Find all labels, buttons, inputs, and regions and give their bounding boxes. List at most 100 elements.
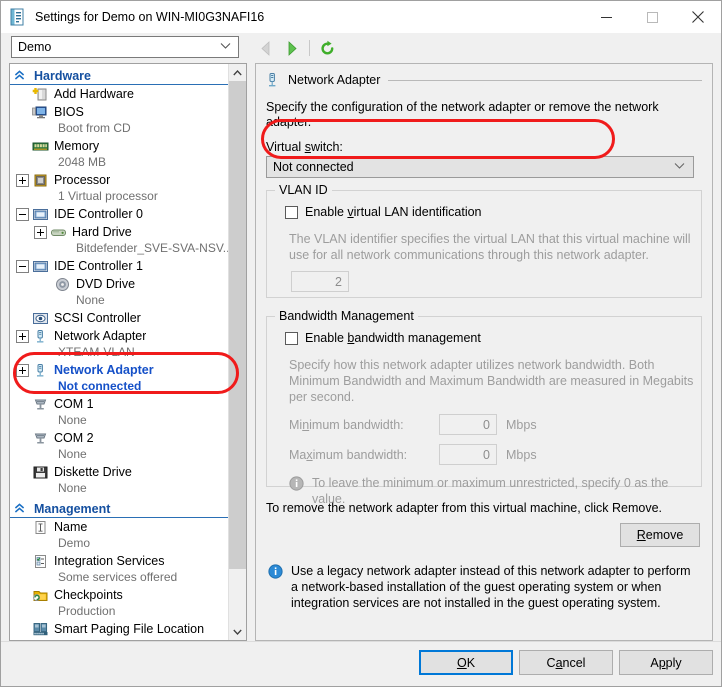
vlan-id-input[interactable]: 2 [291, 271, 349, 292]
minimize-button[interactable] [583, 1, 629, 33]
tree-item-memory[interactable]: Memory [10, 137, 230, 155]
dialog-footer: OK Cancel Apply [1, 641, 721, 686]
expand-plus-icon[interactable] [16, 174, 29, 187]
enable-bandwidth-label: Enable bandwidth management [305, 331, 481, 345]
maximum-bandwidth-unit: Mbps [506, 448, 537, 462]
tree-item-label: Hard Drive [72, 225, 132, 239]
tree-item-dvd-drive[interactable]: DVD Drive [10, 275, 230, 293]
collapse-chevron-icon[interactable] [14, 70, 28, 81]
tree-item-processor[interactable]: Processor [10, 171, 230, 189]
maximum-bandwidth-input[interactable]: 0 [439, 444, 497, 465]
tree-item-ide-controller-0[interactable]: IDE Controller 0 [10, 205, 230, 223]
expand-plus-icon[interactable] [34, 226, 47, 239]
bandwidth-note-row: To leave the minimum or maximum unrestri… [289, 475, 691, 507]
hardware-tree-pane[interactable]: Hardware Add Hardware BIOSBoot from CD Memo… [9, 63, 247, 641]
network-adapter-icon [32, 363, 49, 378]
tree-item-integration-services[interactable]: Integration Services [10, 552, 230, 570]
tree-item-name[interactable]: Name [10, 518, 230, 536]
tree-item-label: Memory [54, 139, 99, 153]
sidebar-section-label: Management [28, 502, 110, 516]
com-port-icon [32, 431, 49, 446]
tree-item-label: Name [54, 520, 87, 534]
tree-item-diskette-drive[interactable]: Diskette Drive [10, 463, 230, 481]
panel-header-label: Network Adapter [288, 73, 380, 87]
processor-icon [32, 173, 49, 188]
vlan-help-text: The VLAN identifier specifies the virtua… [289, 231, 693, 263]
hard-drive-icon [50, 225, 67, 240]
scrollbar-thumb[interactable] [229, 81, 246, 569]
apply-button[interactable]: Apply [619, 650, 713, 675]
collapse-minus-icon[interactable] [16, 208, 29, 221]
tree-item-com-2[interactable]: COM 2 [10, 429, 230, 447]
tree-item-hard-drive[interactable]: Hard Drive [10, 223, 230, 241]
tree-item-scsi-controller[interactable]: SCSI Controller [10, 309, 230, 327]
tree-item-label: COM 2 [54, 431, 94, 445]
maximum-bandwidth-label: Maximum bandwidth: [289, 448, 439, 462]
tree-item-network-adapter[interactable]: Network Adapter [10, 327, 230, 345]
toolbar-buttons [253, 35, 340, 61]
tree-item-label: Smart Paging File Location [54, 622, 204, 636]
tree-item-label: IDE Controller 0 [54, 207, 143, 221]
virtual-switch-value: Not connected [267, 160, 354, 174]
vlan-id-group: VLAN ID Enable virtual LAN identificatio… [266, 190, 702, 298]
info-icon [289, 476, 304, 491]
info-icon [268, 564, 283, 579]
tree-item-sublabel: Production [10, 604, 230, 620]
enable-vlan-checkbox[interactable] [285, 206, 298, 219]
panel-header: Network Adapter [264, 72, 702, 88]
sidebar-section-hardware[interactable]: Hardware [10, 67, 230, 85]
com-port-icon [32, 397, 49, 412]
diskette-drive-icon [32, 465, 49, 480]
virtual-switch-dropdown[interactable]: Not connected [266, 156, 694, 178]
settings-vm-icon [9, 8, 27, 26]
ok-button[interactable]: OK [419, 650, 513, 675]
vm-selector-value: Demo [12, 40, 51, 54]
scroll-down-button[interactable] [229, 623, 246, 640]
title-bar: Settings for Demo on WIN-MI0G3NAFI16 [1, 1, 721, 33]
tree-item-add-hardware[interactable]: Add Hardware [10, 85, 230, 103]
tree-item-label: SCSI Controller [54, 311, 141, 325]
add-hardware-icon [32, 87, 49, 102]
maximum-bandwidth-row: Maximum bandwidth: 0 Mbps [289, 444, 691, 465]
network-adapter-icon [32, 329, 49, 344]
sidebar-section-management[interactable]: Management [10, 500, 230, 518]
tree-item-sublabel: 1 Virtual processor [10, 189, 230, 205]
tree-item-sublabel: Boot from CD [10, 121, 230, 137]
window-title: Settings for Demo on WIN-MI0G3NAFI16 [35, 10, 264, 24]
settings-dialog: Settings for Demo on WIN-MI0G3NAFI16 Dem… [0, 0, 722, 687]
checkpoints-icon [32, 588, 49, 603]
maximize-button[interactable] [629, 1, 675, 33]
scroll-up-button[interactable] [229, 64, 246, 81]
tree-item-label: Processor [54, 173, 110, 187]
remove-button[interactable]: Remove [620, 523, 700, 547]
tree-content: Hardware Add Hardware BIOSBoot from CD Memo… [10, 64, 230, 640]
refresh-icon[interactable] [314, 36, 340, 60]
tree-item-checkpoints[interactable]: Checkpoints [10, 586, 230, 604]
tree-item-ide-controller-1[interactable]: IDE Controller 1 [10, 257, 230, 275]
tree-scrollbar[interactable] [228, 64, 246, 640]
back-arrow-icon[interactable] [253, 36, 279, 60]
expand-plus-icon[interactable] [16, 330, 29, 343]
vm-selector-dropdown[interactable]: Demo [11, 36, 239, 58]
cancel-button[interactable]: Cancel [519, 650, 613, 675]
tree-item-network-adapter[interactable]: Network Adapter [10, 361, 230, 379]
tree-item-bios[interactable]: BIOS [10, 103, 230, 121]
enable-bandwidth-checkbox[interactable] [285, 332, 298, 345]
close-button[interactable] [675, 1, 721, 33]
forward-arrow-icon[interactable] [279, 36, 305, 60]
minimum-bandwidth-input[interactable]: 0 [439, 414, 497, 435]
tree-item-smart-paging-file-location[interactable]: Smart Paging File Location [10, 620, 230, 638]
minimum-bandwidth-unit: Mbps [506, 418, 537, 432]
tree-item-label: COM 1 [54, 397, 94, 411]
enable-bandwidth-checkbox-row[interactable]: Enable bandwidth management [285, 331, 691, 345]
legacy-adapter-note-row: Use a legacy network adapter instead of … [268, 563, 712, 611]
tree-item-label: Add Hardware [54, 87, 134, 101]
collapse-chevron-icon[interactable] [14, 503, 28, 514]
enable-vlan-checkbox-row[interactable]: Enable virtual LAN identification [285, 205, 691, 219]
minimum-bandwidth-label: Minimum bandwidth: [289, 418, 439, 432]
tree-item-label: Integration Services [54, 554, 164, 568]
sidebar-section-label: Hardware [28, 69, 91, 83]
expand-plus-icon[interactable] [16, 364, 29, 377]
tree-item-com-1[interactable]: COM 1 [10, 395, 230, 413]
collapse-minus-icon[interactable] [16, 260, 29, 273]
